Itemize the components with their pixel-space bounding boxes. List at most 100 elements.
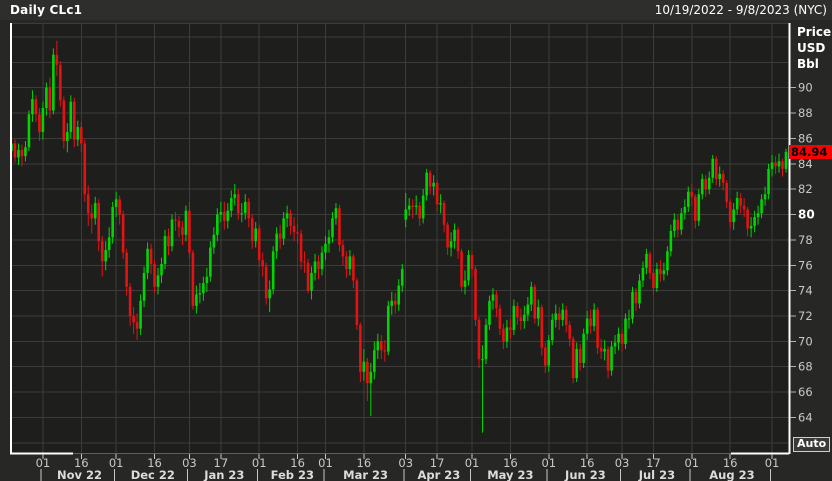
candle-body	[564, 309, 568, 325]
candle-body	[17, 149, 20, 158]
candle-body	[418, 205, 421, 219]
candle-body	[613, 342, 617, 347]
candle-body	[495, 294, 498, 309]
candle-body	[31, 99, 34, 115]
candle-body	[582, 333, 585, 363]
candle-body	[568, 324, 571, 339]
y-axis-label: 80	[798, 208, 815, 222]
candle-body	[135, 322, 139, 329]
candle-body	[209, 247, 212, 277]
candle-body	[624, 318, 627, 344]
candle-body	[404, 209, 408, 220]
candle-body	[666, 251, 669, 271]
candle-body	[439, 203, 442, 205]
candle-body	[306, 262, 310, 291]
candle-body	[620, 333, 624, 344]
candle-body	[219, 211, 223, 215]
candle-body	[753, 217, 756, 226]
candle-body	[352, 256, 355, 281]
candle-body	[275, 233, 278, 252]
candle-body	[69, 101, 73, 133]
x-tick-label: 03	[182, 456, 197, 470]
candle-body	[474, 269, 477, 320]
candle-body	[453, 229, 456, 242]
y-axis-label: 78	[798, 233, 813, 247]
x-tick-label: 01	[318, 456, 333, 470]
candle-body	[72, 101, 76, 140]
candlestick-chart[interactable]: 908886848280787674727068666401 16 01 16 03 17…	[0, 0, 832, 481]
candle-body	[432, 182, 435, 187]
candle-body	[659, 269, 662, 275]
candle-body	[645, 253, 648, 268]
candle-body	[484, 324, 488, 360]
candle-body	[425, 172, 428, 196]
candle-body	[414, 205, 418, 207]
candle-body	[456, 229, 460, 252]
x-tick-label: 01	[465, 456, 480, 470]
candle-body	[390, 300, 394, 306]
candle-body	[205, 276, 209, 284]
candle-body	[257, 228, 261, 261]
candle-body	[526, 304, 530, 315]
x-tick-label: 03	[615, 456, 630, 470]
auto-scale-button[interactable]: Auto	[793, 437, 831, 452]
candle-body	[592, 309, 596, 327]
candle-body	[742, 205, 746, 210]
candle-body	[66, 132, 69, 141]
candle-body	[338, 208, 341, 245]
candle-body	[285, 213, 289, 219]
candle-body	[610, 346, 613, 371]
candle-body	[718, 173, 722, 180]
candle-body	[481, 359, 484, 361]
candle-body	[421, 195, 425, 219]
month-label: Jul 23	[638, 468, 675, 481]
candle-body	[561, 309, 565, 320]
candle-body	[121, 214, 125, 253]
candle-body	[707, 177, 711, 190]
candle-body	[627, 318, 631, 320]
candle-body	[673, 219, 676, 232]
candle-body	[543, 347, 547, 366]
candle-body	[97, 203, 101, 242]
candle-body	[662, 270, 666, 275]
candle-body	[146, 248, 149, 273]
y-axis-label: 88	[798, 106, 813, 120]
y-axis-label: 68	[798, 360, 813, 374]
candle-body	[55, 54, 59, 65]
candle-body	[617, 333, 620, 343]
candle-body	[247, 201, 251, 219]
candle-body	[571, 338, 575, 379]
candle-body	[345, 256, 348, 270]
month-label: Jun 23	[564, 468, 606, 481]
unit-line-usd: USD	[797, 41, 826, 55]
candle-body	[540, 307, 544, 348]
candle-body	[160, 264, 163, 276]
candle-body	[34, 99, 38, 115]
candle-body	[554, 313, 558, 320]
candle-body	[216, 214, 219, 235]
candle-body	[641, 267, 645, 281]
candle-body	[334, 208, 338, 219]
candle-body	[589, 318, 592, 327]
candle-body	[310, 272, 313, 291]
candle-body	[327, 237, 331, 244]
candle-body	[652, 272, 655, 289]
y-axis-label: 70	[798, 334, 813, 348]
candle-body	[271, 251, 275, 290]
chart-window: Daily CLc1 10/19/2022 - 9/8/2023 (NYC) 9…	[0, 0, 832, 481]
candle-body	[380, 341, 383, 351]
candle-body	[45, 87, 48, 108]
candle-body	[728, 201, 732, 223]
candle-body	[292, 225, 296, 233]
candle-body	[676, 219, 680, 230]
candle-body	[687, 191, 690, 207]
candle-body	[505, 327, 509, 342]
candle-body	[739, 198, 742, 206]
candle-body	[634, 291, 638, 304]
candle-body	[735, 198, 739, 210]
candle-body	[383, 350, 387, 352]
candle-body	[585, 318, 589, 334]
candle-body	[530, 286, 533, 305]
candle-body	[229, 198, 233, 211]
candle-body	[48, 87, 52, 111]
